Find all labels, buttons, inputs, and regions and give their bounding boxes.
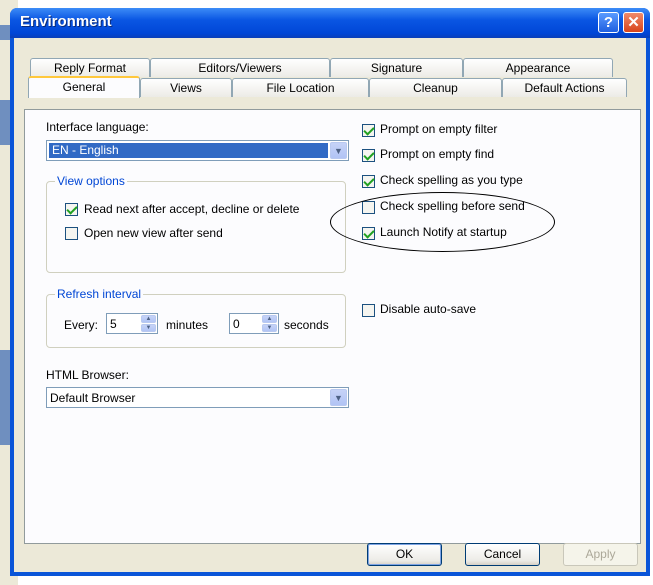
tab-signature[interactable]: Signature xyxy=(330,58,463,77)
interface-language-label: Interface language: xyxy=(46,120,149,134)
read-next-label: Read next after accept, decline or delet… xyxy=(84,202,300,216)
tab-file-location[interactable]: File Location xyxy=(232,78,369,97)
tab-general[interactable]: General xyxy=(28,76,140,98)
seconds-label: seconds xyxy=(284,318,329,332)
launch-notify-checkbox[interactable] xyxy=(362,227,375,240)
view-options-legend: View options xyxy=(55,174,127,188)
disable-autosave-label: Disable auto-save xyxy=(380,302,477,316)
interface-language-value: EN - English xyxy=(49,143,328,158)
prompt-empty-filter-label: Prompt on empty filter xyxy=(380,122,498,136)
disable-autosave-checkbox[interactable] xyxy=(362,304,375,317)
refresh-interval-legend: Refresh interval xyxy=(55,287,144,301)
seconds-value: 0 xyxy=(233,317,240,331)
open-new-view-label: Open new view after send xyxy=(84,226,223,240)
title-bar[interactable]: Environment ? ✕ xyxy=(10,8,650,38)
html-browser-select[interactable]: Default Browser ▼ xyxy=(46,387,349,408)
apply-button[interactable]: Apply xyxy=(563,543,638,566)
tab-cleanup[interactable]: Cleanup xyxy=(369,78,502,97)
help-button[interactable]: ? xyxy=(598,12,619,33)
chevron-down-icon[interactable]: ▼ xyxy=(330,389,347,406)
minutes-value: 5 xyxy=(110,317,117,331)
check-spelling-type-checkbox[interactable] xyxy=(362,175,375,188)
spin-down-icon[interactable]: ▼ xyxy=(262,324,277,332)
minutes-label: minutes xyxy=(166,318,209,332)
check-spelling-send-label: Check spelling before send xyxy=(380,199,525,213)
open-new-view-checkbox[interactable] xyxy=(65,227,78,240)
close-button[interactable]: ✕ xyxy=(623,12,644,33)
seconds-spinner[interactable]: 0 ▲ ▼ xyxy=(229,313,279,334)
tab-default-actions[interactable]: Default Actions xyxy=(502,78,627,97)
prompt-empty-find-label: Prompt on empty find xyxy=(380,147,495,161)
minutes-spinner[interactable]: 5 ▲ ▼ xyxy=(106,313,158,334)
spin-up-icon[interactable]: ▲ xyxy=(141,315,156,323)
html-browser-value: Default Browser xyxy=(50,391,136,405)
tab-editors-viewers[interactable]: Editors/Viewers xyxy=(150,58,330,77)
tab-views[interactable]: Views xyxy=(140,78,232,97)
prompt-empty-filter-checkbox[interactable] xyxy=(362,124,375,137)
html-browser-label: HTML Browser: xyxy=(46,368,129,382)
every-label: Every: xyxy=(64,318,99,332)
window-title: Environment xyxy=(20,13,112,30)
spin-down-icon[interactable]: ▼ xyxy=(141,324,156,332)
cancel-button[interactable]: Cancel xyxy=(465,543,540,566)
chevron-down-icon[interactable]: ▼ xyxy=(330,142,347,159)
spin-up-icon[interactable]: ▲ xyxy=(262,315,277,323)
ok-button[interactable]: OK xyxy=(367,543,442,566)
interface-language-select[interactable]: EN - English ▼ xyxy=(46,140,349,161)
read-next-checkbox[interactable] xyxy=(65,203,78,216)
launch-notify-label: Launch Notify at startup xyxy=(380,225,507,239)
tab-appearance[interactable]: Appearance xyxy=(463,58,613,77)
check-spelling-send-checkbox[interactable] xyxy=(362,201,375,214)
check-spelling-type-label: Check spelling as you type xyxy=(380,173,523,187)
tab-reply-format[interactable]: Reply Format xyxy=(30,58,150,77)
prompt-empty-find-checkbox[interactable] xyxy=(362,149,375,162)
